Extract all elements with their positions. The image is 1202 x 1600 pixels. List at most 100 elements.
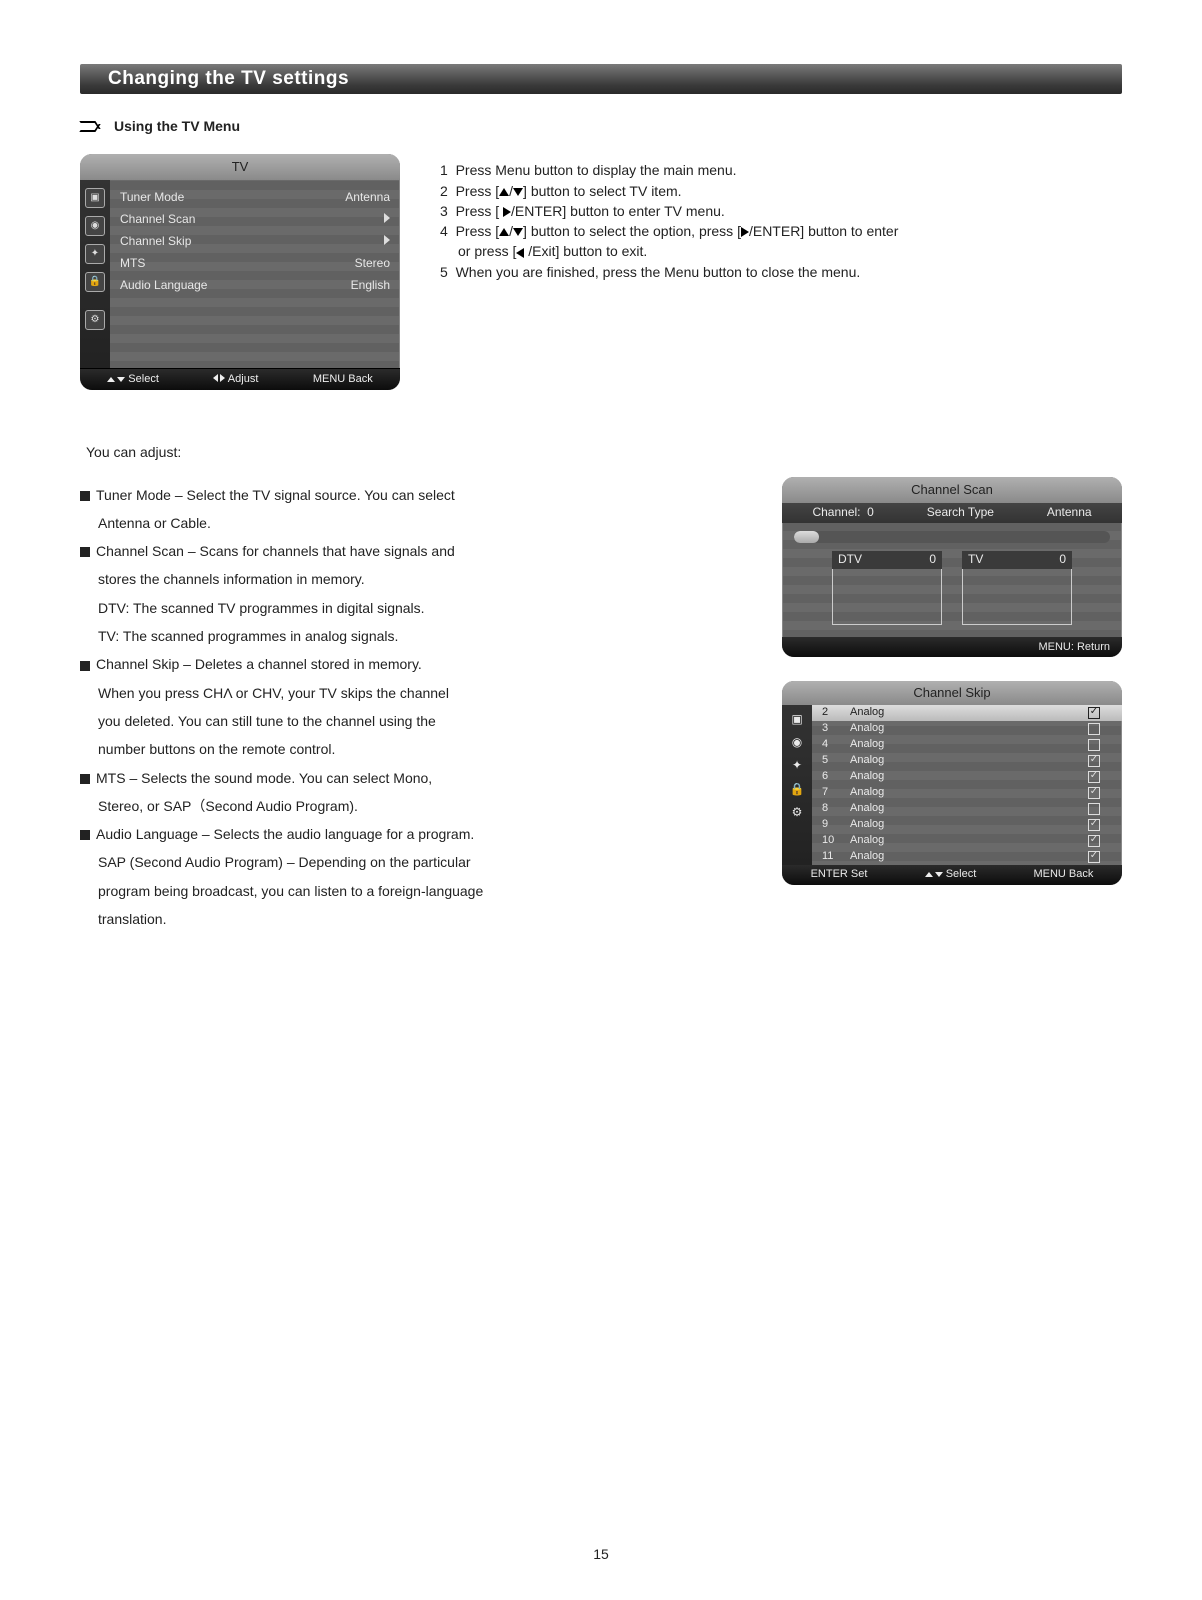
skip-footer: ENTER Set Select MENU Back [782,865,1122,885]
channel-type: Analog [850,849,1088,865]
tv-menu-item-label: Audio Language [120,277,207,294]
bullet-icon [80,830,90,840]
tv-tab-icon[interactable]: ✦ [85,244,105,264]
footer-select: Select [128,373,159,385]
step-1: Press Menu button to display the main me… [456,162,737,178]
tv-menu-item-label: Channel Skip [120,233,191,250]
dtv-tile: DTV0 [832,551,942,625]
audio-tab-icon[interactable]: ◉ [85,216,105,236]
channel-number: 7 [822,785,850,801]
channel-number: 2 [822,705,850,721]
channel-skip-row[interactable]: 2Analog✓ [812,705,1122,721]
channel-number: 4 [822,737,850,753]
up-triangle-icon [499,228,509,236]
channel-skip-row[interactable]: 3Analog [812,721,1122,737]
scan-footer: MENU: Return [782,637,1122,657]
channel-skip-panel: Channel Skip ▣ ◉ ✦ 🔒 ⚙ 2Analog✓3Analog4A… [782,681,1122,885]
channel-skip-row[interactable]: 8Analog [812,801,1122,817]
heading-arrow-icon [82,121,104,131]
channel-skip-row[interactable]: 9Analog✓ [812,817,1122,833]
skip-checkbox[interactable]: ✓ [1088,707,1100,719]
submenu-arrow-icon [384,213,390,223]
section-title-bar: Changing the TV settings [80,64,1122,94]
tv-menu-item-value: Stereo [355,255,390,272]
tv-menu-item[interactable]: Tuner ModeAntenna [120,186,390,208]
tv-menu-item-value [384,211,390,228]
skip-side-tabs: ▣ ◉ ✦ 🔒 ⚙ [782,705,812,865]
bullet-icon [80,547,90,557]
channel-type: Analog [850,769,1088,785]
setup-tab-icon[interactable]: ⚙ [792,804,803,821]
instructions: 1 Press Menu button to display the main … [440,154,1122,282]
subsection-heading: Using the TV Menu [82,116,1122,136]
audio-tab-icon[interactable]: ◉ [792,734,802,751]
bullet-icon [80,661,90,671]
tv-menu-item-value: English [351,277,390,294]
skip-checkbox[interactable]: ✓ [1088,771,1100,783]
skip-checkbox[interactable] [1088,803,1100,815]
you-can-adjust: You can adjust: [86,442,1122,462]
bullet-icon [80,491,90,501]
tv-tile: TV0 [962,551,1072,625]
tv-menu-panel: TV ▣ ◉ ✦ 🔒 ⚙ Tuner ModeAntenna Channel Sc… [80,154,400,390]
lock-tab-icon[interactable]: 🔒 [85,272,105,292]
channel-type: Analog [850,785,1088,801]
tv-menu-item-value [384,233,390,250]
channel-type: Analog [850,817,1088,833]
channel-type: Analog [850,737,1088,753]
picture-tab-icon[interactable]: ▣ [85,188,105,208]
channel-number: 8 [822,801,850,817]
channel-skip-row[interactable]: 10Analog✓ [812,833,1122,849]
channel-skip-row[interactable]: 7Analog✓ [812,785,1122,801]
tv-menu-footer: Select Adjust MENU Back [80,368,400,390]
tv-menu-title: TV [80,154,400,180]
step-5: When you are finished, press the Menu bu… [456,264,861,280]
skip-checkbox[interactable]: ✓ [1088,835,1100,847]
channel-scan-title: Channel Scan [782,477,1122,503]
skip-checkbox[interactable]: ✓ [1088,819,1100,831]
tv-menu-item-label: Channel Scan [120,211,195,228]
skip-checkbox[interactable] [1088,739,1100,751]
tv-tab-icon[interactable]: ✦ [792,757,802,774]
section-title: Changing the TV settings [108,65,349,93]
channel-number: 9 [822,817,850,833]
tv-menu-item[interactable]: Channel Scan [120,208,390,230]
subsection-title: Using the TV Menu [114,116,240,136]
channel-type: Analog [850,753,1088,769]
right-triangle-icon [741,227,749,237]
channel-type: Analog [850,721,1088,737]
footer-adjust: Adjust [228,373,259,385]
tv-menu-item[interactable]: MTS Stereo [120,252,390,274]
skip-checkbox[interactable] [1088,723,1100,735]
channel-type: Analog [850,833,1088,849]
setup-tab-icon[interactable]: ⚙ [85,310,105,330]
channel-type: Analog [850,705,1088,721]
channel-skip-row[interactable]: 4Analog [812,737,1122,753]
right-triangle-icon [503,207,511,217]
tv-menu-item[interactable]: Channel Skip [120,230,390,252]
channel-skip-title: Channel Skip [782,681,1122,705]
down-triangle-icon [513,228,523,236]
tv-menu-item-label: MTS [120,255,145,272]
channel-skip-row[interactable]: 5Analog✓ [812,753,1122,769]
down-triangle-icon [513,188,523,196]
channel-scan-panel: Channel Scan Channel: 0 Search Type Ante… [782,477,1122,657]
channel-number: 3 [822,721,850,737]
skip-checkbox[interactable]: ✓ [1088,851,1100,863]
skip-checkbox[interactable]: ✓ [1088,787,1100,799]
channel-skip-row[interactable]: 6Analog✓ [812,769,1122,785]
up-triangle-icon [499,188,509,196]
tv-menu-side-tabs: ▣ ◉ ✦ 🔒 ⚙ [80,180,110,368]
channel-number: 6 [822,769,850,785]
skip-checkbox[interactable]: ✓ [1088,755,1100,767]
channel-skip-row[interactable]: 11Analog✓ [812,849,1122,865]
picture-tab-icon[interactable]: ▣ [791,711,802,728]
tv-menu-item-value: Antenna [345,189,390,206]
footer-menu: MENU Back [313,372,373,388]
scan-progress-bar [794,531,1110,543]
bullet-icon [80,774,90,784]
tv-menu-item[interactable]: Audio Language English [120,274,390,296]
submenu-arrow-icon [384,235,390,245]
lock-tab-icon[interactable]: 🔒 [790,781,805,798]
channel-number: 10 [822,833,850,849]
